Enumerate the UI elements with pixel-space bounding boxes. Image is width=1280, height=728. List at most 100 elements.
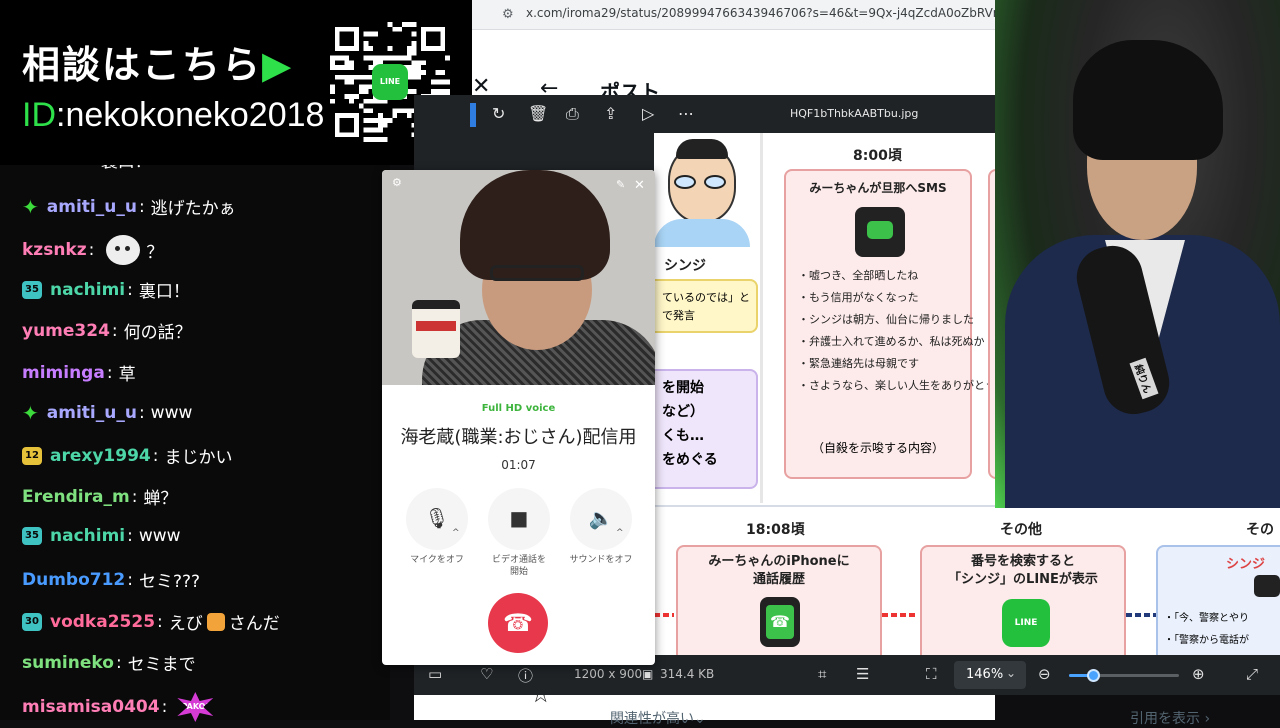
sort-related-dropdown[interactable]: 関連性が高い⌄ bbox=[610, 708, 706, 728]
chat-username[interactable]: Erendira_m bbox=[22, 487, 130, 507]
sms-card: みーちゃんが旦那へSMS ・嘘つき、全部晒したね ・もう信用がなくなった ・シンジは… bbox=[784, 169, 996, 479]
slideshow-icon[interactable]: ▷ bbox=[642, 104, 654, 123]
mute-mic-button[interactable]: 🎙 ^ bbox=[406, 488, 468, 550]
chat-username[interactable]: nachimi bbox=[50, 526, 125, 546]
zoom-in-icon[interactable]: ⊕ bbox=[1192, 665, 1205, 683]
chat-username[interactable]: sumineko bbox=[22, 653, 114, 673]
sms-bullet: ・シンジは朝方、仙台に帰りました bbox=[798, 313, 974, 326]
line-search-title: 番号を検索すると 「シンジ」のLINEが表示 bbox=[948, 554, 1098, 587]
timeline-line bbox=[882, 613, 918, 617]
sms-bullet: ・嘘つき、全部晒したね bbox=[798, 269, 919, 282]
start-video-button[interactable]: ■ bbox=[488, 488, 550, 550]
banner-id: ID:nekokoneko2018 bbox=[22, 96, 324, 135]
chat-text: 逃げたかぁ bbox=[150, 199, 236, 219]
sms-bullet: ・緊急連絡先は母親です bbox=[798, 357, 919, 370]
site-settings-icon[interactable]: ⚙ bbox=[502, 7, 514, 22]
mute-sound-button[interactable]: 🔈 ^ bbox=[570, 488, 632, 550]
call-history-title: みーちゃんのiPhoneに 通話履歴 bbox=[708, 554, 850, 587]
text-recognize-icon[interactable]: ☰ bbox=[856, 665, 869, 683]
file-name: HQF1bThbkAABTbu.jpg bbox=[790, 107, 919, 120]
chat-separator: : bbox=[138, 403, 145, 423]
chat-separator: : bbox=[127, 526, 133, 546]
webcam-feed: 純りん bbox=[995, 0, 1280, 508]
chat-username[interactable]: amiti_u_u bbox=[47, 197, 137, 217]
consult-banner: 相談はこちら▶ ID:nekokoneko2018 LINE bbox=[0, 0, 472, 165]
chat-message: misamisa0404: PAKO! bbox=[22, 692, 217, 722]
chat-username[interactable]: vodka2525 bbox=[50, 612, 155, 632]
chat-username[interactable]: miminga bbox=[22, 363, 105, 383]
selection-indicator bbox=[470, 103, 476, 127]
pin-icon[interactable]: ✎ bbox=[616, 178, 625, 191]
mute-mic-label: マイクをオフ bbox=[410, 555, 464, 565]
delete-icon[interactable]: 🗑 bbox=[528, 104, 548, 123]
speaker-icon: 🔈 bbox=[588, 506, 614, 530]
url-text[interactable]: x.com/iroma29/status/2089994766343946706… bbox=[526, 6, 1035, 20]
chat-text: www bbox=[150, 403, 193, 423]
heart-icon[interactable]: ♡ bbox=[480, 665, 493, 683]
subscriber-badge: 35 bbox=[22, 280, 42, 299]
fragment-text: ているのでは」と bbox=[662, 291, 750, 304]
image-dimensions: 1200 x 900 bbox=[574, 667, 643, 681]
fit-window-icon[interactable]: ⛶ bbox=[926, 665, 937, 683]
zoom-slider-thumb[interactable] bbox=[1087, 669, 1101, 682]
sparkle-badge-icon: ✦ bbox=[22, 401, 39, 425]
chat-message: Erendira_m: 蝉？ bbox=[22, 484, 178, 510]
sms-bullet: ・弁護士入れて進めるか、私は死ぬか bbox=[798, 335, 985, 348]
zoom-value: 146% bbox=[966, 667, 1004, 682]
chat-username[interactable]: nachimi bbox=[50, 280, 125, 300]
chat-message: 30 vodka2525: えび さんだ bbox=[22, 609, 280, 634]
zoom-out-icon[interactable]: ⊖ bbox=[1038, 665, 1051, 683]
sms-bullet: ・もう信用がなくなった bbox=[798, 291, 919, 304]
info-icon[interactable]: ⓘ bbox=[518, 665, 533, 686]
microphone-icon: 🎙 bbox=[424, 506, 450, 530]
save-icon: ▣ bbox=[642, 667, 654, 681]
statement-line: ・「今、警察とやり bbox=[1164, 613, 1249, 624]
chat-separator: : bbox=[111, 320, 118, 341]
chat-username[interactable]: Dumbo712 bbox=[22, 570, 125, 590]
share-icon[interactable]: ⇪ bbox=[604, 104, 617, 123]
chat-username[interactable]: yume324 bbox=[22, 321, 110, 341]
chat-text: www bbox=[138, 526, 181, 546]
address-bar[interactable]: ⚙ x.com/iroma29/status/20899947663439467… bbox=[472, 0, 1035, 30]
banner-id-label: ID bbox=[22, 96, 56, 134]
chat-username[interactable]: arexy1994 bbox=[50, 446, 151, 466]
emote-hand-icon bbox=[206, 612, 225, 631]
chat-separator: : bbox=[127, 279, 133, 300]
chat-separator: : bbox=[152, 445, 159, 466]
chat-bubble-icon bbox=[855, 207, 905, 257]
fragment-text: で発言 bbox=[662, 309, 695, 322]
zoom-dropdown[interactable]: 146% ⌄ bbox=[954, 661, 1026, 689]
more-icon[interactable]: ⋯ bbox=[678, 104, 694, 123]
banner-title: 相談はこちら▶ bbox=[22, 34, 293, 89]
fullscreen-icon[interactable]: ⤢ bbox=[1246, 665, 1258, 683]
chat-text: 蝉？ bbox=[143, 489, 178, 509]
chat-username[interactable]: amiti_u_u bbox=[47, 403, 137, 423]
caret-up-icon[interactable]: ^ bbox=[616, 528, 624, 538]
close-icon[interactable]: ✕ bbox=[634, 178, 645, 193]
filmstrip-icon[interactable]: ▭ bbox=[428, 665, 442, 683]
print-icon[interactable]: ⎙ bbox=[566, 104, 579, 124]
show-quotes-link[interactable]: 引用を表示 › bbox=[1130, 708, 1210, 728]
fragment-text: を開始 bbox=[662, 380, 704, 396]
chat-text: 何の話？ bbox=[123, 323, 192, 343]
chat-text: 裏口！ bbox=[138, 282, 190, 302]
call-history-card: みーちゃんのiPhoneに 通話履歴 ☎ bbox=[676, 545, 882, 655]
line-call-window: ⚙ ✎ ✕ Full HD voice 海老蔵(職業:おじさん)配信用 01:0… bbox=[382, 170, 655, 665]
chat-separator: : bbox=[161, 697, 168, 717]
chat-message: 12 arexy1994: まじかい bbox=[22, 443, 232, 468]
chat-username[interactable]: misamisa0404 bbox=[22, 697, 160, 717]
caret-up-icon[interactable]: ^ bbox=[452, 528, 460, 538]
chat-username[interactable]: kzsnkz bbox=[22, 240, 87, 260]
subscriber-badge: 35 bbox=[22, 527, 42, 545]
settings-icon[interactable]: ⚙ bbox=[392, 176, 402, 189]
scan-icon[interactable]: ⌗ bbox=[818, 665, 826, 683]
timeline-line bbox=[1126, 613, 1156, 617]
zoom-slider[interactable] bbox=[1069, 669, 1179, 682]
rotate-icon[interactable]: ↻ bbox=[492, 104, 505, 123]
jar-image bbox=[412, 300, 460, 358]
end-call-button[interactable]: ☎ bbox=[488, 593, 548, 653]
chat-separator: : bbox=[106, 362, 113, 383]
arrow-icon: ▶ bbox=[262, 43, 294, 87]
subscriber-badge: 12 bbox=[22, 446, 42, 465]
chat-separator: : bbox=[115, 652, 122, 673]
